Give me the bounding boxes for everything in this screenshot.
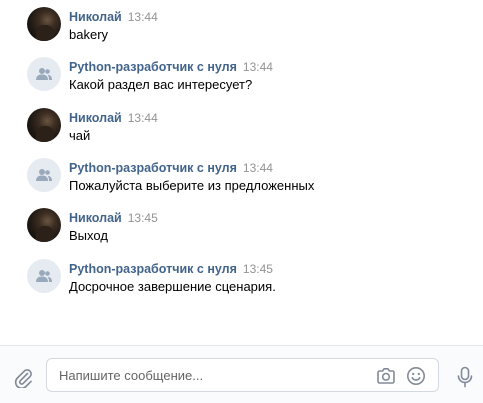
group-avatar[interactable] [27,158,61,192]
message-author[interactable]: Python-разработчик с нуля [69,262,237,276]
group-icon [36,270,52,282]
message-item: Python-разработчик с нуля 13:44 Какой раз… [27,57,467,93]
message-item: Python-разработчик с нуля 13:44 Пожалуйст… [27,158,467,194]
emoji-button[interactable] [405,365,427,387]
message-author[interactable]: Python-разработчик с нуля [69,161,237,175]
message-text: Досрочное завершение сценария. [69,279,276,294]
group-icon [36,169,52,181]
user-avatar[interactable] [27,208,61,242]
message-time: 13:44 [242,161,273,175]
message-item: Николай 13:44 чай [27,108,467,144]
camera-button[interactable] [375,365,397,387]
group-icon [36,68,52,80]
message-composer [0,345,483,403]
message-time: 13:45 [127,211,158,225]
microphone-icon [457,366,473,388]
message-meta: Николай 13:44 [69,111,158,125]
message-meta: Python-разработчик с нуля 13:44 [69,161,273,175]
message-text: чай [69,128,91,143]
user-avatar[interactable] [27,108,61,142]
message-text: bakery [69,27,109,42]
voice-message-button[interactable] [455,365,475,389]
message-time: 13:44 [127,111,158,125]
message-item: Python-разработчик с нуля 13:45 Досрочное… [27,259,467,295]
message-author[interactable]: Николай [69,10,122,24]
paperclip-icon [14,369,32,389]
message-input-field[interactable] [46,358,439,392]
message-author[interactable]: Николай [69,111,122,125]
message-item: Николай 13:44 bakery [27,7,467,43]
attach-button[interactable] [12,366,34,389]
group-avatar[interactable] [27,259,61,293]
message-input[interactable] [47,359,369,391]
group-avatar[interactable] [27,57,61,91]
message-meta: Николай 13:45 [69,211,158,225]
message-meta: Николай 13:44 [69,10,158,24]
message-time: 13:44 [127,10,158,24]
emoji-icon [407,367,425,385]
message-meta: Python-разработчик с нуля 13:45 [69,262,273,276]
camera-icon [377,368,395,384]
message-author[interactable]: Николай [69,211,122,225]
user-avatar[interactable] [27,7,61,41]
message-history: Николай 13:44 bakery Python-разработчик с… [0,0,483,345]
message-item: Николай 13:45 Выход [27,208,467,244]
message-text: Выход [69,228,108,243]
message-text: Пожалуйста выберите из предложенных [69,178,315,193]
message-meta: Python-разработчик с нуля 13:44 [69,60,273,74]
message-author[interactable]: Python-разработчик с нуля [69,60,237,74]
message-text: Какой раздел вас интересует? [69,77,253,92]
message-time: 13:44 [242,60,273,74]
message-time: 13:45 [242,262,273,276]
